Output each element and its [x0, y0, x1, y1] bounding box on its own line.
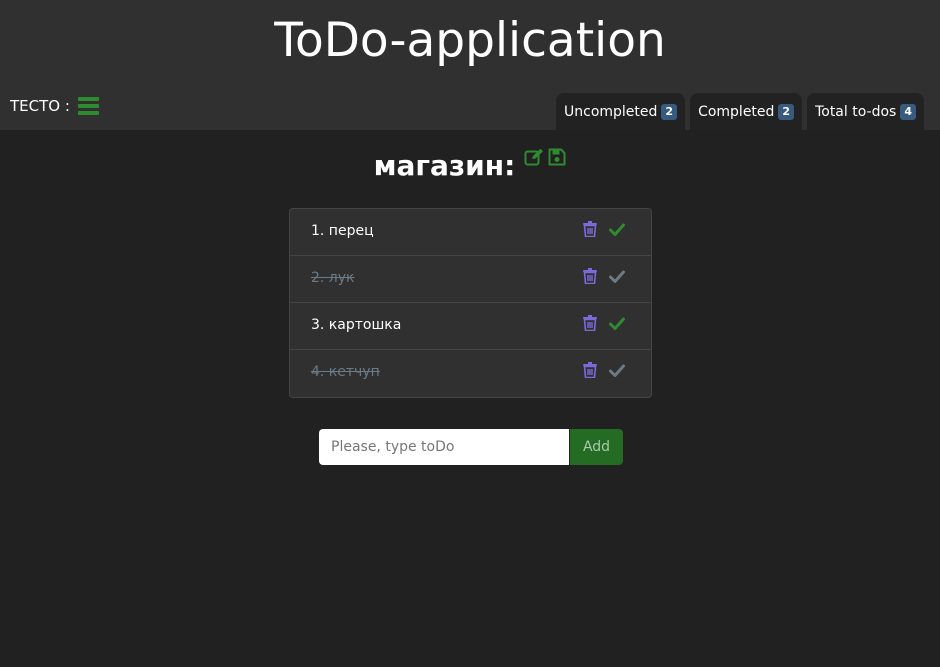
todo-text: 3. картошка: [311, 317, 402, 333]
title-actions: [524, 148, 566, 166]
list-title: магазин:: [373, 149, 516, 182]
tab-total[interactable]: Total to-dos 4: [807, 93, 924, 130]
tab-completed[interactable]: Completed 2: [690, 93, 803, 130]
add-button[interactable]: Add: [570, 429, 623, 465]
trash-icon[interactable]: [583, 268, 597, 284]
tab-label: Total to-dos: [815, 103, 897, 120]
check-icon[interactable]: [609, 223, 625, 236]
check-icon[interactable]: [609, 317, 625, 330]
app-title: ToDo-application: [274, 13, 666, 68]
tab-label: Completed: [698, 103, 775, 120]
add-todo-form: Add: [319, 429, 623, 465]
todo-item: 4. кетчуп: [290, 350, 651, 397]
tab-uncompleted[interactable]: Uncompleted 2: [556, 93, 686, 130]
check-icon[interactable]: [609, 270, 625, 283]
todo-text: 1. перец: [311, 223, 374, 239]
app-header: ToDo-application TECTO : Uncompleted 2 C…: [0, 0, 940, 130]
todo-item: 3. картошка: [290, 303, 651, 350]
trash-icon[interactable]: [583, 362, 597, 378]
tab-label: Uncompleted: [564, 103, 658, 120]
hamburger-menu-icon[interactable]: [77, 97, 99, 115]
user-area: TECTO :: [10, 97, 99, 115]
todo-text: 4. кетчуп: [311, 364, 380, 380]
count-badge: 2: [778, 103, 795, 120]
user-name: TECTO :: [10, 97, 70, 115]
todo-item: 2. лук: [290, 256, 651, 303]
todo-input[interactable]: [319, 429, 569, 465]
todo-text: 2. лук: [311, 270, 355, 286]
todo-item: 1. перец: [290, 209, 651, 256]
count-badge: 2: [661, 103, 678, 120]
trash-icon[interactable]: [583, 315, 597, 331]
trash-icon[interactable]: [583, 221, 597, 237]
count-badge: 4: [900, 103, 916, 120]
list-header: магазин:: [0, 142, 940, 190]
edit-icon[interactable]: [524, 148, 544, 166]
filter-tabs: Uncompleted 2 Completed 2 Total to-dos 4: [556, 93, 924, 130]
save-icon[interactable]: [548, 148, 566, 166]
todo-list: 1. перец 2. лук 3. картошка 4. кетчуп: [289, 208, 652, 398]
check-icon[interactable]: [609, 364, 625, 377]
